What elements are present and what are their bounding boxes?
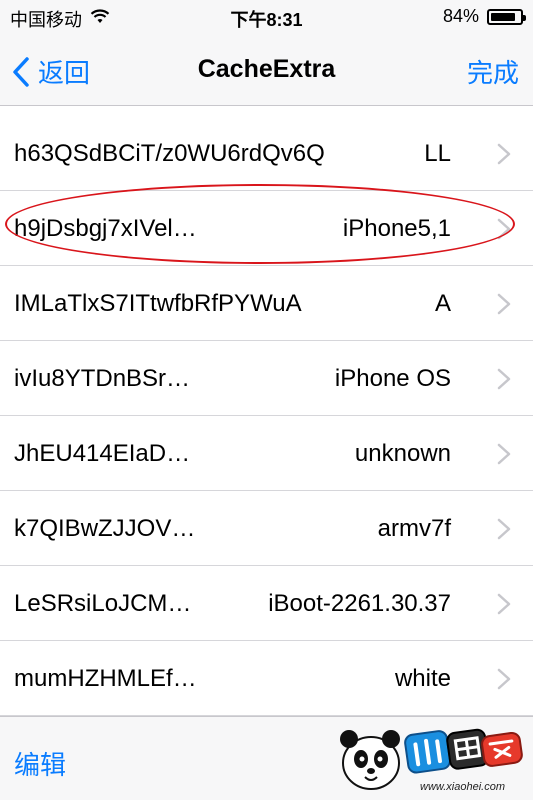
row-value: iPhone OS [334, 365, 451, 392]
list-item[interactable]: ivIu8YTDnBSr… iPhone OS [0, 341, 533, 416]
status-bar: 中国移动 下午8:31 84% [0, 0, 533, 36]
chevron-right-icon [497, 593, 511, 615]
row-key: IMLaTlxS7ITtwfbRfPYWuA [14, 290, 302, 317]
row-value: armv7f [377, 515, 451, 542]
row-key: k7QIBwZJJOV… [14, 515, 196, 542]
row-key: LeSRsiLoJCM… [14, 590, 192, 617]
chevron-right-icon [497, 368, 511, 390]
page-title: CacheExtra [197, 55, 336, 83]
row-key: h63QSdBCiT/z0WU6rdQv6Q [14, 140, 325, 167]
row-key: JhEU414EIaD… [14, 440, 191, 467]
list-item[interactable]: mumHZHMLEf… white [0, 641, 533, 716]
list-item[interactable]: IMLaTlxS7ITtwfbRfPYWuA A [0, 266, 533, 341]
row-key: h9jDsbgj7xIVel… [14, 215, 197, 242]
list-item[interactable]: h9jDsbgj7xIVel… iPhone5,1 [0, 191, 533, 266]
watermark: www.xiaohei.com [335, 719, 525, 799]
done-button[interactable]: 完成 [467, 53, 519, 90]
chevron-right-icon [497, 143, 511, 165]
bottom-toolbar: 编辑 www.xiaohei.com [0, 716, 533, 800]
chevron-right-icon [497, 443, 511, 465]
cache-extra-list: h63QSdBCiT/z0WU6rdQv6Q LL h9jDsbgj7xIVel… i… [0, 106, 533, 716]
status-right: 84% [442, 6, 526, 27]
list-item[interactable]: LeSRsiLoJCM… iBoot-2261.30.37 [0, 566, 533, 641]
row-value: unknown [354, 440, 451, 467]
row-value: A [434, 290, 451, 317]
chevron-right-icon [497, 668, 511, 690]
chevron-right-icon [497, 518, 511, 540]
row-value: LL [424, 140, 451, 167]
row-key: mumHZHMLEf… [14, 665, 197, 692]
list-item[interactable]: k7QIBwZJJOV… armv7f [0, 491, 533, 566]
list-item[interactable]: JhEU414EIaD… unknown [0, 416, 533, 491]
battery-icon [487, 8, 526, 25]
row-value: iBoot-2261.30.37 [268, 590, 451, 617]
chevron-right-icon [497, 293, 511, 315]
watermark-url: www.xiaohei.com [420, 781, 505, 793]
chevron-right-icon [497, 218, 511, 240]
battery-percent: 84% [442, 6, 479, 26]
row-value: white [394, 665, 451, 692]
edit-button[interactable]: 编辑 [14, 745, 66, 782]
list-item[interactable]: h63QSdBCiT/z0WU6rdQv6Q LL [0, 116, 533, 191]
navigation-bar: 返回 CacheExtra 完成 [0, 36, 533, 106]
row-value: iPhone5,1 [342, 215, 451, 242]
row-key: ivIu8YTDnBSr… [14, 365, 191, 392]
